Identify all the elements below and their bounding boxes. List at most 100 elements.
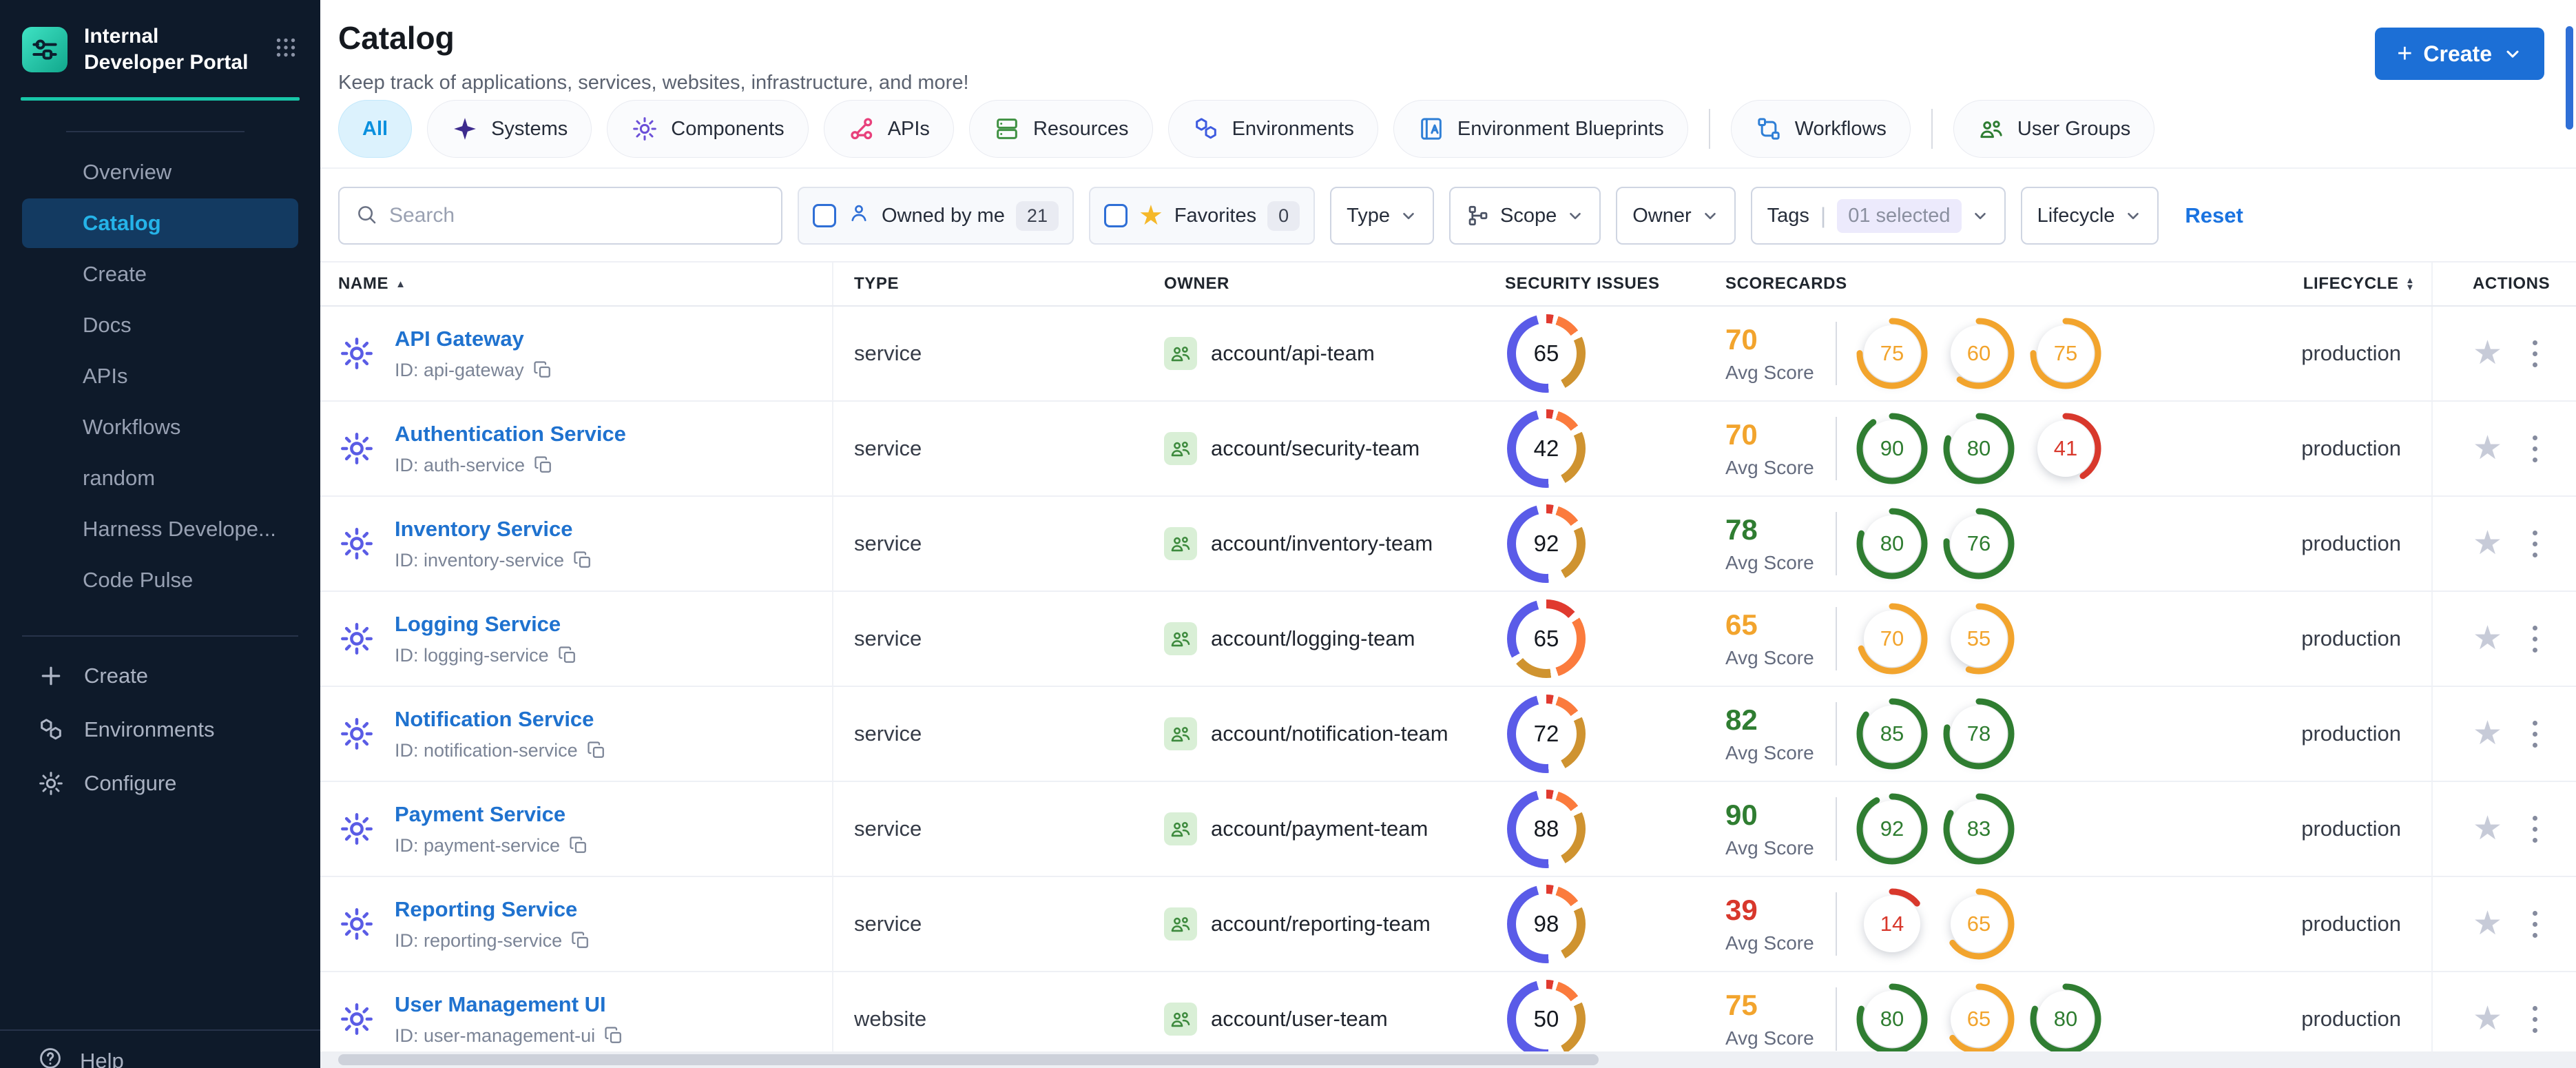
owner-name[interactable]: account/inventory-team <box>1211 531 1433 556</box>
vertical-scrollbar-thumb[interactable] <box>2566 26 2573 130</box>
column-header-name[interactable]: NAME ▲ <box>320 263 833 305</box>
create-button[interactable]: + Create <box>2375 28 2544 80</box>
scorecard-ring[interactable]: 75 <box>1855 316 1929 391</box>
owned-by-me-checkbox[interactable] <box>813 204 836 227</box>
sidebar-item-code-pulse[interactable]: Code Pulse <box>22 555 298 605</box>
owner-name[interactable]: account/user-team <box>1211 1007 1388 1031</box>
entity-name-link[interactable]: Payment Service <box>395 802 565 826</box>
entity-name-link[interactable]: Notification Service <box>395 707 594 731</box>
kebab-menu-icon[interactable] <box>2528 622 2542 657</box>
column-header-lifecycle[interactable]: LIFECYCLE ▲ ▼ <box>2211 263 2431 305</box>
copy-icon[interactable] <box>570 930 591 951</box>
entity-name-link[interactable]: User Management UI <box>395 992 606 1016</box>
kebab-menu-icon[interactable] <box>2528 1002 2542 1037</box>
security-issues-donut[interactable]: 88 <box>1507 790 1586 868</box>
tab-workflows[interactable]: Workflows <box>1730 100 1911 158</box>
copy-icon[interactable] <box>568 835 589 856</box>
kebab-menu-icon[interactable] <box>2528 907 2542 942</box>
tags-filter-dropdown[interactable]: Tags | 01 selected <box>1750 187 2006 245</box>
tab-components[interactable]: Components <box>607 100 809 158</box>
scorecard-ring[interactable]: 65 <box>1942 982 2016 1056</box>
favorite-star-icon[interactable]: ★ <box>2473 717 2502 750</box>
tab-all[interactable]: All <box>338 100 413 158</box>
scorecard-ring[interactable]: 90 <box>1855 411 1929 486</box>
scorecard-ring[interactable]: 80 <box>1942 411 2016 486</box>
scorecard-ring[interactable]: 80 <box>2028 982 2103 1056</box>
favorite-star-icon[interactable]: ★ <box>2473 432 2502 465</box>
copy-icon[interactable] <box>533 455 554 475</box>
kebab-menu-icon[interactable] <box>2528 431 2542 466</box>
scorecard-ring[interactable]: 83 <box>1942 792 2016 866</box>
scorecard-ring[interactable]: 55 <box>1942 602 2016 676</box>
scorecard-ring[interactable]: 60 <box>1942 316 2016 391</box>
security-issues-donut[interactable]: 42 <box>1507 409 1586 488</box>
type-filter-dropdown[interactable]: Type <box>1330 187 1434 245</box>
tab-apis[interactable]: APIs <box>823 100 954 158</box>
tab-user-groups[interactable]: User Groups <box>1953 100 2155 158</box>
copy-icon[interactable] <box>586 740 607 761</box>
scorecard-ring[interactable]: 85 <box>1855 697 1929 771</box>
security-issues-donut[interactable]: 50 <box>1507 980 1586 1058</box>
security-issues-donut[interactable]: 65 <box>1507 599 1586 678</box>
entity-name-link[interactable]: API Gateway <box>395 327 524 351</box>
copy-icon[interactable] <box>557 645 578 666</box>
tab-resources[interactable]: Resources <box>968 100 1153 158</box>
reset-filters-button[interactable]: Reset <box>2185 203 2243 228</box>
scorecard-ring[interactable]: 41 <box>2028 411 2103 486</box>
horizontal-scrollbar-thumb[interactable] <box>338 1054 1599 1065</box>
scorecard-ring[interactable]: 92 <box>1855 792 1929 866</box>
favorites-filter[interactable]: ★ Favorites 0 <box>1088 187 1316 245</box>
scorecard-ring[interactable]: 76 <box>1942 506 2016 581</box>
scorecard-ring[interactable]: 80 <box>1855 982 1929 1056</box>
sidebar-item-harness-develope-[interactable]: Harness Develope... <box>22 504 298 554</box>
favorite-star-icon[interactable]: ★ <box>2473 527 2502 560</box>
sidebar-item-help[interactable]: Help <box>0 1037 320 1068</box>
copy-icon[interactable] <box>532 360 553 380</box>
security-issues-donut[interactable]: 65 <box>1507 314 1586 393</box>
sidebar-item-configure[interactable]: Configure <box>0 757 320 810</box>
sidebar-item-create[interactable]: Create <box>22 249 298 299</box>
sidebar-item-environments[interactable]: Environments <box>0 703 320 757</box>
favorite-star-icon[interactable]: ★ <box>2473 1003 2502 1036</box>
search-input[interactable] <box>389 204 766 227</box>
kebab-menu-icon[interactable] <box>2528 812 2542 847</box>
sidebar-item-overview[interactable]: Overview <box>22 147 298 197</box>
owner-name[interactable]: account/payment-team <box>1211 817 1428 841</box>
entity-name-link[interactable]: Reporting Service <box>395 897 577 921</box>
copy-icon[interactable] <box>572 550 593 571</box>
horizontal-scrollbar-track[interactable] <box>320 1051 2576 1068</box>
favorite-star-icon[interactable]: ★ <box>2473 812 2502 845</box>
favorite-star-icon[interactable]: ★ <box>2473 337 2502 370</box>
scorecard-ring[interactable]: 80 <box>1855 506 1929 581</box>
copy-icon[interactable] <box>603 1025 624 1046</box>
security-issues-donut[interactable]: 92 <box>1507 504 1586 583</box>
owner-name[interactable]: account/api-team <box>1211 341 1375 366</box>
entity-name-link[interactable]: Authentication Service <box>395 422 626 446</box>
favorite-star-icon[interactable]: ★ <box>2473 622 2502 655</box>
sidebar-item-create[interactable]: Create <box>0 649 320 703</box>
entity-name-link[interactable]: Inventory Service <box>395 517 572 541</box>
search-box[interactable] <box>338 187 782 245</box>
tab-environments[interactable]: Environments <box>1167 100 1378 158</box>
kebab-menu-icon[interactable] <box>2528 336 2542 371</box>
owner-name[interactable]: account/reporting-team <box>1211 912 1431 936</box>
favorite-star-icon[interactable]: ★ <box>2473 907 2502 941</box>
sidebar-item-workflows[interactable]: Workflows <box>22 402 298 452</box>
scorecard-ring[interactable]: 65 <box>1942 887 2016 961</box>
tab-systems[interactable]: Systems <box>427 100 592 158</box>
scorecard-ring[interactable]: 75 <box>2028 316 2103 391</box>
entity-name-link[interactable]: Logging Service <box>395 612 561 636</box>
scope-filter-dropdown[interactable]: Scope <box>1449 187 1601 245</box>
sidebar-item-catalog[interactable]: Catalog <box>22 198 298 248</box>
security-issues-donut[interactable]: 72 <box>1507 695 1586 773</box>
sidebar-item-apis[interactable]: APIs <box>22 351 298 401</box>
owner-name[interactable]: account/security-team <box>1211 436 1420 461</box>
owner-name[interactable]: account/notification-team <box>1211 721 1448 746</box>
scorecard-ring[interactable]: 78 <box>1942 697 2016 771</box>
kebab-menu-icon[interactable] <box>2528 526 2542 562</box>
sidebar-item-random[interactable]: random <box>22 453 298 503</box>
favorites-checkbox[interactable] <box>1103 204 1128 227</box>
security-issues-donut[interactable]: 98 <box>1507 885 1586 963</box>
scorecard-ring[interactable]: 70 <box>1855 602 1929 676</box>
owner-name[interactable]: account/logging-team <box>1211 626 1415 651</box>
